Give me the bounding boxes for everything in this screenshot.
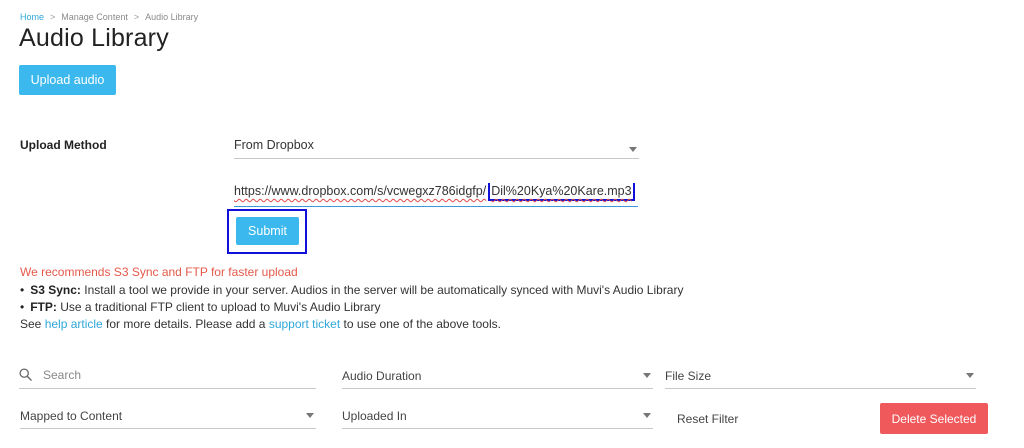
audio-duration-label: Audio Duration <box>342 369 422 383</box>
uploaded-in-label: Uploaded In <box>342 409 407 423</box>
audio-duration-filter[interactable]: Audio Duration <box>342 363 653 389</box>
uploaded-in-filter[interactable]: Uploaded In <box>342 403 653 429</box>
mapped-to-content-filter[interactable]: Mapped to Content <box>20 403 316 429</box>
submit-highlight-box: Submit <box>227 209 307 254</box>
list-item: S3 Sync: Install a tool we provide in yo… <box>20 283 683 300</box>
upload-tips-list: S3 Sync: Install a tool we provide in yo… <box>20 283 683 317</box>
search-input[interactable] <box>43 366 303 384</box>
support-ticket-link[interactable]: support ticket <box>269 317 340 331</box>
help-line-middle: for more details. Please add a <box>102 317 269 331</box>
help-line-suffix: to use one of the above tools. <box>340 317 501 331</box>
url-filename-highlight: Dil%20Kya%20Kare.mp3 <box>488 183 635 201</box>
upload-method-select[interactable]: From Dropbox <box>234 137 639 159</box>
breadcrumb-separator: > <box>50 12 56 22</box>
help-line-prefix: See <box>20 317 45 331</box>
file-size-filter[interactable]: File Size <box>665 363 976 389</box>
file-size-label: File Size <box>665 369 712 383</box>
upload-method-selected-value: From Dropbox <box>234 138 314 152</box>
upload-notice: We recommends S3 Sync and FTP for faster… <box>20 265 298 279</box>
ftp-term: FTP: <box>30 300 57 314</box>
breadcrumb-current: Audio Library <box>145 12 199 22</box>
mapped-to-content-label: Mapped to Content <box>20 409 123 423</box>
page-title: Audio Library <box>19 24 169 52</box>
chevron-down-icon <box>643 373 651 378</box>
upload-method-label: Upload Method <box>20 138 107 152</box>
s3-sync-term: S3 Sync: <box>30 283 81 297</box>
search-field <box>19 363 316 389</box>
url-text: https://www.dropbox.com/s/vcwegxz786idgf… <box>234 184 487 198</box>
help-line: See help article for more details. Pleas… <box>20 317 501 331</box>
url-filename: Dil%20Kya%20Kare.mp3 <box>491 184 632 198</box>
ftp-description: Use a traditional FTP client to upload t… <box>56 300 381 314</box>
chevron-down-icon <box>629 147 637 152</box>
chevron-down-icon <box>966 373 974 378</box>
dropbox-url-input[interactable]: https://www.dropbox.com/s/vcwegxz786idgf… <box>234 183 638 207</box>
breadcrumb: Home > Manage Content > Audio Library <box>20 12 198 22</box>
chevron-down-icon <box>643 413 651 418</box>
breadcrumb-manage-content-link[interactable]: Manage Content <box>61 12 128 22</box>
breadcrumb-home-link[interactable]: Home <box>20 12 44 22</box>
help-article-link[interactable]: help article <box>45 317 103 331</box>
reset-filter-link[interactable]: Reset Filter <box>677 412 738 426</box>
submit-button[interactable]: Submit <box>236 217 299 245</box>
chevron-down-icon <box>306 413 314 418</box>
s3-sync-description: Install a tool we provide in your server… <box>80 283 684 297</box>
list-item: FTP: Use a traditional FTP client to upl… <box>20 300 683 317</box>
upload-audio-button[interactable]: Upload audio <box>19 65 116 95</box>
search-icon <box>19 368 32 381</box>
delete-selected-button[interactable]: Delete Selected <box>880 403 988 434</box>
breadcrumb-separator: > <box>133 12 140 22</box>
